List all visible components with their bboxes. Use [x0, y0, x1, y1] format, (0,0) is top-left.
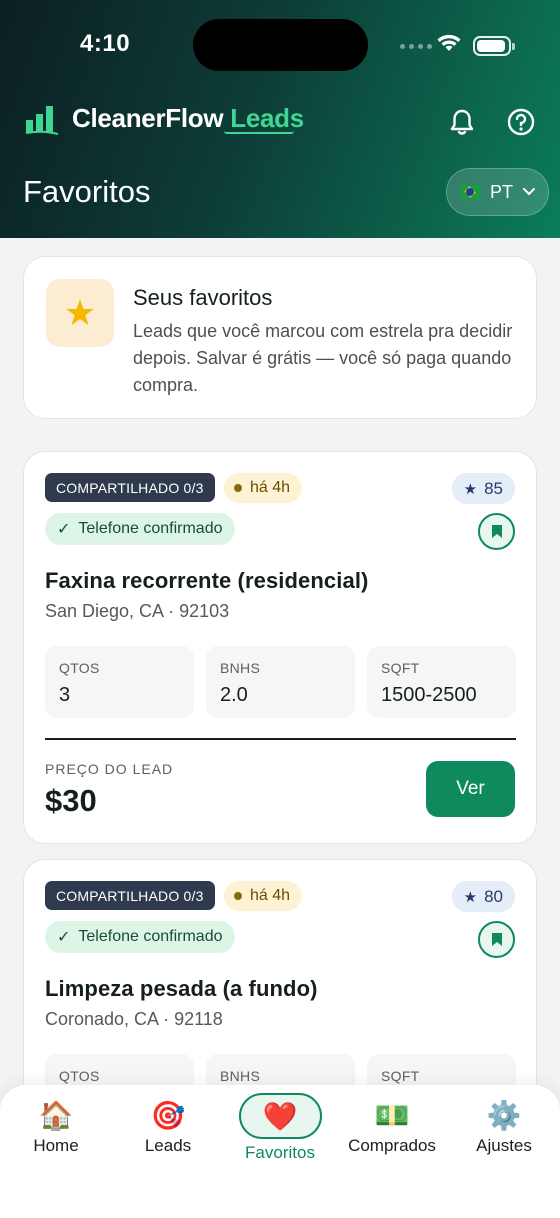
status-bar: 4:10 — [0, 0, 560, 90]
lead-title: Faxina recorrente (residencial) — [45, 568, 369, 593]
notifications-button[interactable] — [446, 106, 478, 138]
bar-chart-logo-icon — [25, 106, 59, 135]
nav-favoritos[interactable]: ❤️ Favoritos — [230, 1093, 330, 1163]
bookmark-button[interactable] — [478, 513, 515, 550]
target-icon: 🎯 — [150, 1100, 186, 1131]
score-badge: ★ 85 — [451, 473, 515, 504]
nav-ajustes[interactable]: ⚙️ Ajustes — [454, 1099, 554, 1156]
signal-icon — [400, 44, 432, 49]
chevron-down-icon — [523, 188, 535, 196]
dot-icon — [234, 484, 242, 492]
lead-location: San Diego, CA · 92103 — [45, 601, 230, 621]
shared-badge: COMPARTILHADO 0/3 — [45, 473, 215, 502]
check-icon: ✓ — [57, 521, 71, 538]
stat-rooms: QTOS 3 — [45, 646, 194, 718]
lead-location: Coronado, CA · 92118 — [45, 1009, 223, 1029]
star-icon: ★ — [463, 480, 478, 498]
nav-leads[interactable]: 🎯 Leads — [118, 1099, 218, 1156]
bookmark-icon — [491, 933, 502, 946]
favorites-info-card: ★ Seus favoritos Leads que você marcou c… — [23, 256, 537, 419]
divider — [45, 738, 516, 740]
app-header: 4:10 CleanerFlow Leads Favoritos PT — [0, 0, 560, 238]
age-badge: há 4h — [224, 473, 303, 503]
stat-baths: BNHS 2.0 — [206, 646, 355, 718]
dot-icon — [234, 892, 242, 900]
language-selector[interactable]: PT — [446, 168, 549, 216]
brand-underline — [224, 131, 294, 134]
view-lead-button[interactable]: Ver — [426, 761, 515, 817]
house-icon: 🏠 — [38, 1100, 74, 1131]
price-label: PREÇO DO LEAD — [45, 761, 174, 777]
check-icon: ✓ — [57, 929, 71, 946]
help-icon — [507, 108, 535, 136]
heart-icon: ❤️ — [238, 1093, 322, 1139]
info-title: Seus favoritos — [133, 285, 273, 310]
score-badge: ★ 80 — [451, 881, 515, 912]
star-icon: ★ — [46, 279, 114, 347]
lead-card[interactable]: COMPARTILHADO 0/3 há 4h ★ 85 ✓ Telefone co… — [23, 451, 537, 844]
lead-title: Limpeza pesada (a fundo) — [45, 976, 318, 1001]
help-button[interactable] — [505, 106, 537, 138]
info-description: Leads que você marcou com estrela pra de… — [133, 321, 513, 395]
status-time: 4:10 — [80, 30, 131, 57]
age-badge: há 4h — [224, 881, 303, 911]
money-icon: 💵 — [374, 1100, 410, 1131]
bookmark-button[interactable] — [478, 921, 515, 958]
phone-verified-badge: ✓ Telefone confirmado — [45, 921, 235, 953]
language-label: PT — [489, 181, 513, 202]
bookmark-icon — [491, 525, 502, 538]
bottom-navigation: 🏠 Home 🎯 Leads ❤️ Favoritos 💵 Comprados … — [0, 1085, 560, 1218]
dynamic-island — [193, 19, 368, 71]
wifi-icon — [437, 34, 461, 51]
brand-name: CleanerFlow Leads — [72, 102, 304, 133]
brazil-flag-icon — [459, 185, 480, 199]
battery-icon — [473, 36, 515, 56]
phone-verified-badge: ✓ Telefone confirmado — [45, 513, 235, 545]
page-title: Favoritos — [23, 174, 151, 209]
gear-icon: ⚙️ — [486, 1100, 522, 1131]
stat-sqft: SQFT 1500-2500 — [367, 646, 516, 718]
nav-comprados[interactable]: 💵 Comprados — [342, 1099, 442, 1156]
bell-icon — [450, 109, 474, 135]
shared-badge: COMPARTILHADO 0/3 — [45, 881, 215, 910]
star-icon: ★ — [463, 888, 478, 906]
lead-price: $30 — [45, 783, 97, 818]
nav-home[interactable]: 🏠 Home — [6, 1099, 106, 1156]
